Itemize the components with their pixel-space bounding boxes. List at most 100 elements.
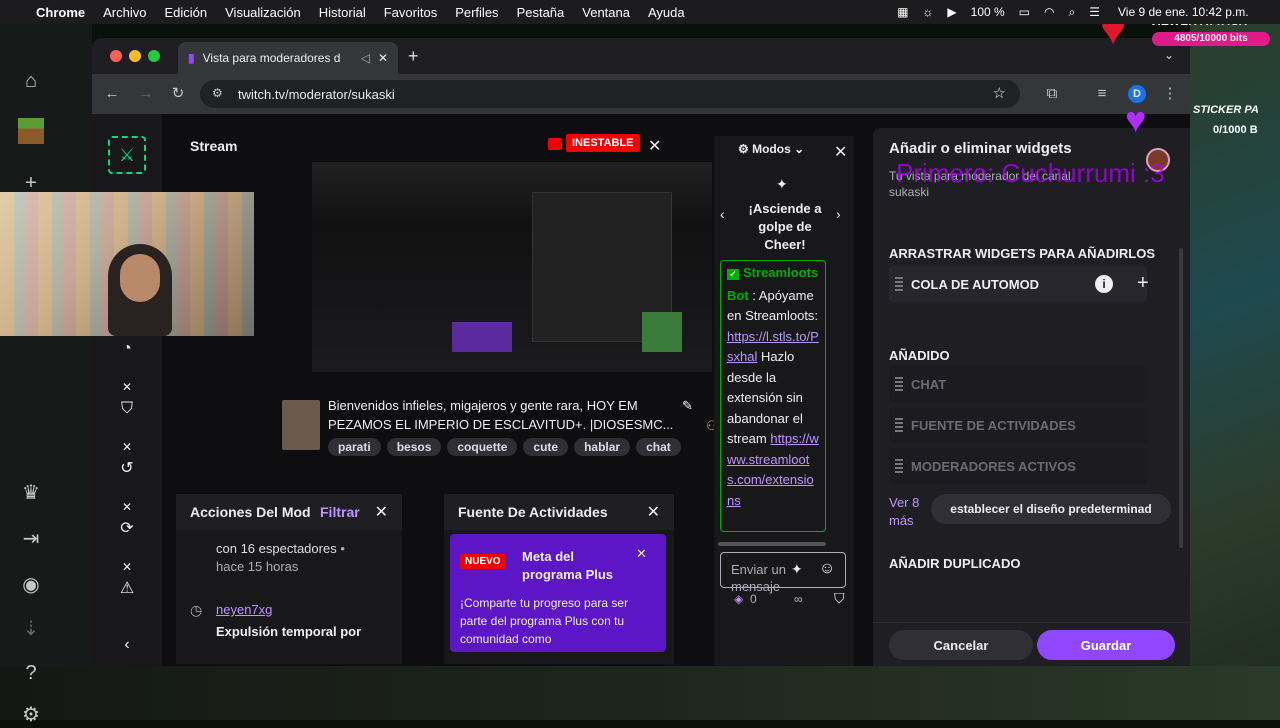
- remove-icon[interactable]: ✕: [116, 436, 138, 458]
- brightness-icon[interactable]: ☼: [922, 5, 933, 19]
- info-icon[interactable]: i: [1095, 275, 1113, 293]
- dismiss-card-icon[interactable]: ✕: [636, 546, 647, 562]
- edit-icon[interactable]: ✎: [682, 398, 693, 414]
- plus-goal-card[interactable]: NUEVO Meta del programa Plus ✕ ¡Comparte…: [450, 534, 666, 652]
- reset-layout-button[interactable]: establecer el diseño predeterminad: [931, 494, 1171, 524]
- menu-ayuda[interactable]: Ayuda: [648, 5, 685, 20]
- menu-historial[interactable]: Historial: [319, 5, 366, 20]
- chat-modes-button[interactable]: ⚙ Modos ⌄: [738, 142, 804, 156]
- action-entry-2-user[interactable]: neyen7xg: [216, 602, 272, 617]
- menu-pestana[interactable]: Pestaña: [517, 5, 565, 20]
- menu-visualizacion[interactable]: Visualización: [225, 5, 301, 20]
- widget-activity-feed[interactable]: FUENTE DE ACTIVIDADES: [889, 407, 1147, 443]
- close-stream-icon[interactable]: ✕: [648, 136, 661, 156]
- help-icon[interactable]: ?: [18, 660, 44, 686]
- action-entry-1-text: con 16 espectadores: [216, 541, 337, 556]
- tag[interactable]: chat: [636, 438, 681, 456]
- new-tab-button[interactable]: +: [408, 46, 419, 67]
- stream-video[interactable]: [312, 162, 712, 372]
- mod-sword-icon[interactable]: ⚔: [108, 136, 146, 174]
- remove-icon[interactable]: ✕: [116, 496, 138, 518]
- widgets-scrollbar[interactable]: [1179, 248, 1183, 548]
- drag-handle-icon[interactable]: [895, 418, 903, 432]
- menu-perfiles[interactable]: Perfiles: [455, 5, 498, 20]
- save-button[interactable]: Guardar: [1037, 630, 1175, 660]
- widget-chat[interactable]: CHAT: [889, 366, 1147, 402]
- discord-icon[interactable]: ◉: [18, 572, 44, 598]
- control-center-icon[interactable]: ☰: [1089, 5, 1100, 19]
- play-icon[interactable]: ▶: [947, 5, 956, 19]
- url-field[interactable]: ⚙ twitch.tv/moderator/sukaski ☆: [200, 80, 1020, 108]
- close-window-button[interactable]: [110, 50, 122, 62]
- bits-button-icon[interactable]: ✦: [791, 561, 803, 578]
- cheer-banner-text: ¡Asciende a golpe de Cheer!: [748, 201, 822, 252]
- login-icon[interactable]: ⇥: [18, 526, 44, 552]
- cancel-button[interactable]: Cancelar: [889, 630, 1033, 660]
- filter-button[interactable]: Filtrar: [320, 504, 360, 520]
- mod-shield-icon[interactable]: ⛉: [834, 590, 845, 607]
- menu-app-name[interactable]: Chrome: [36, 5, 85, 20]
- tag[interactable]: cute: [523, 438, 569, 456]
- battery-icon[interactable]: ▭: [1019, 5, 1030, 19]
- activity-feed-title: Fuente De Actividades: [458, 504, 608, 520]
- stream-title: Bienvenidos infieles, migajeros y gente …: [328, 398, 674, 432]
- shield-icon[interactable]: ⛉: [116, 398, 138, 420]
- chat-scrollbar[interactable]: [718, 542, 826, 546]
- channel-points-icon[interactable]: ◈: [734, 592, 743, 606]
- next-icon[interactable]: ›: [836, 206, 841, 222]
- drag-handle-icon[interactable]: [895, 377, 903, 391]
- media-icon[interactable]: ≡: [1092, 84, 1112, 104]
- close-chat-icon[interactable]: ✕: [834, 142, 847, 162]
- url-text: twitch.tv/moderator/sukaski: [238, 86, 395, 102]
- refresh-icon[interactable]: ⟳: [116, 518, 138, 540]
- bookmark-star-icon[interactable]: ☆: [993, 84, 1006, 102]
- back-icon[interactable]: ←: [102, 84, 122, 104]
- widget-automod-queue[interactable]: COLA DE AUTOMOD i +: [889, 266, 1149, 302]
- minecraft-icon[interactable]: [18, 118, 44, 144]
- tab-title: Vista para moderadores d: [202, 51, 341, 65]
- drag-handle-icon[interactable]: [895, 459, 903, 473]
- tag[interactable]: coquette: [447, 438, 518, 456]
- tab-close-icon[interactable]: ✕: [378, 51, 388, 65]
- streamer-avatar[interactable]: [282, 400, 320, 450]
- timer-icon[interactable]: ◔: [116, 338, 138, 360]
- search-icon[interactable]: ⌕: [1069, 5, 1076, 20]
- collapse-icon[interactable]: ‹: [116, 634, 138, 656]
- extensions-icon[interactable]: ⧉: [1042, 84, 1062, 104]
- chat-input[interactable]: Enviar un mensaje ✦ ☺: [720, 552, 846, 594]
- menu-archivo[interactable]: Archivo: [103, 5, 146, 20]
- drag-handle-icon[interactable]: [895, 277, 903, 291]
- home-icon[interactable]: ⌂: [18, 68, 44, 94]
- menu-edicion[interactable]: Edición: [164, 5, 207, 20]
- settings-icon[interactable]: ⚙: [18, 702, 44, 728]
- close-feed-icon[interactable]: ✕: [647, 502, 660, 522]
- history-icon[interactable]: ↺: [116, 458, 138, 480]
- reload-icon[interactable]: ↻: [168, 84, 188, 104]
- browser-tab[interactable]: ▮ Vista para moderadores d ◁ ✕: [178, 42, 398, 74]
- menubar-datetime[interactable]: Vie 9 de ene. 10:42 p.m.: [1118, 5, 1249, 19]
- tag[interactable]: besos: [386, 438, 442, 456]
- download-icon[interactable]: ⇣: [18, 616, 44, 642]
- menu-ventana[interactable]: Ventana: [582, 5, 630, 20]
- minimize-window-button[interactable]: [129, 50, 141, 62]
- crown-icon[interactable]: ♛: [18, 480, 44, 506]
- grid-icon[interactable]: ▦: [897, 5, 908, 19]
- report-icon[interactable]: ⚠: [116, 578, 138, 600]
- emote-icon[interactable]: ☺: [819, 560, 835, 578]
- close-actions-icon[interactable]: ✕: [375, 502, 388, 522]
- tag[interactable]: parati: [328, 438, 381, 456]
- menu-favoritos[interactable]: Favoritos: [384, 5, 437, 20]
- site-info-icon[interactable]: ⚙: [212, 86, 223, 100]
- forward-icon[interactable]: →: [136, 84, 156, 104]
- widget-active-mods[interactable]: MODERADORES ACTIVOS: [889, 448, 1147, 484]
- remove-icon[interactable]: ✕: [116, 556, 138, 578]
- zoom-window-button[interactable]: [148, 50, 160, 62]
- see-more-link[interactable]: Ver 8 más: [889, 494, 929, 530]
- audio-icon[interactable]: ◁: [361, 51, 370, 65]
- prev-icon[interactable]: ‹: [720, 206, 725, 222]
- gear-icon: ⚙: [738, 142, 753, 156]
- add-widget-icon[interactable]: +: [1137, 272, 1149, 295]
- remove-icon[interactable]: ✕: [116, 376, 138, 398]
- wifi-icon[interactable]: ◠: [1044, 5, 1054, 19]
- tag[interactable]: hablar: [574, 438, 631, 456]
